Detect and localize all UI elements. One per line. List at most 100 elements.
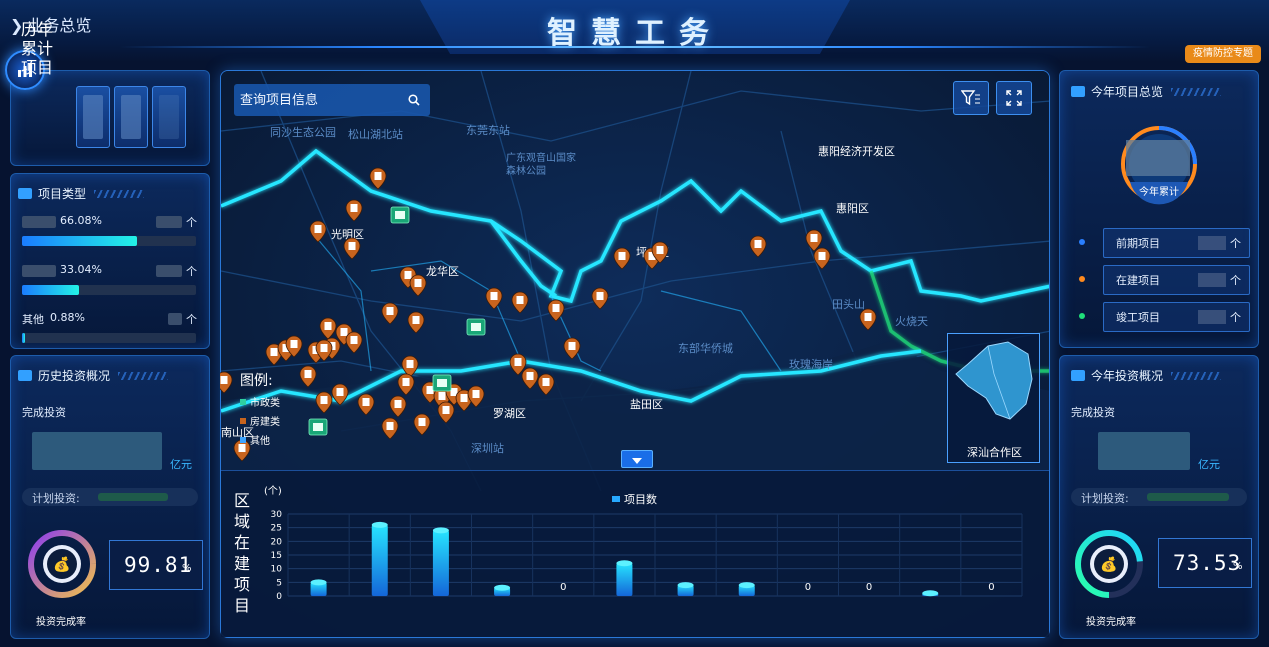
plan-invest-label: 计划投资:: [1081, 492, 1129, 505]
list-icon: [1071, 370, 1085, 381]
map-label-guanyinshan: 广东观音山国家森林公园: [506, 153, 576, 177]
type-row-2: 33.04% 个: [22, 263, 202, 279]
bar-cap: [494, 584, 511, 591]
year-item-unit: 个: [1230, 311, 1241, 324]
y-tick-label: 30: [271, 510, 283, 520]
year-item-row: 竣工项目 个: [1070, 302, 1250, 334]
type-row-unit: 个: [186, 216, 197, 229]
invest-unit: 亿元: [170, 458, 192, 471]
bar: [616, 563, 633, 596]
year-item-label: 前期项目: [1116, 237, 1160, 250]
bar-cap: [310, 579, 327, 586]
fullscreen-icon[interactable]: [996, 81, 1032, 115]
title-stripes: [94, 189, 145, 198]
map-label-longhua: 龙华区: [426, 265, 459, 278]
map-label-tiantoushan: 田头山: [832, 298, 865, 311]
search-icon[interactable]: [408, 91, 420, 110]
status-dot: [1079, 276, 1085, 282]
collapse-chart-button[interactable]: [621, 450, 653, 468]
page-title: 智慧工务: [547, 16, 723, 51]
y-tick-label: 20: [271, 537, 283, 547]
type-row-unit: 个: [186, 313, 197, 326]
year-item-box: 竣工项目 个: [1103, 302, 1250, 332]
legend-item-label: 其他: [250, 436, 270, 447]
bar-cap: [677, 582, 694, 589]
legend-item-label: 市政类: [250, 398, 280, 409]
plan-invest-bar: 计划投资:: [1071, 488, 1247, 506]
legend-title: 图例:: [240, 373, 273, 389]
map-label-luohu: 罗湖区: [493, 407, 526, 420]
data-label: 0: [560, 582, 566, 593]
other-icon: [240, 436, 246, 443]
type-row-3-track: [22, 333, 196, 343]
type-row-1-track: [22, 236, 196, 246]
triangle-down-icon: [632, 450, 642, 469]
bar-cap: [616, 560, 633, 567]
done-invest-label: 完成投资: [22, 406, 66, 419]
done-invest-label: 完成投资: [1071, 406, 1115, 419]
title-stripes: [1171, 87, 1222, 96]
year-item-label: 竣工项目: [1116, 311, 1160, 324]
municipal-icon: [240, 398, 246, 405]
history-digit-3: [152, 86, 186, 148]
legend-item-building: 房建类: [240, 413, 280, 428]
title-stripes: [118, 371, 169, 380]
legend-label: 项目数: [624, 493, 657, 506]
bar-cap: [432, 527, 449, 534]
year-overview-title: 今年项目总览: [1071, 83, 1222, 100]
legend-item-municipal: 市政类: [240, 394, 280, 409]
data-label: 0: [866, 582, 872, 593]
map-label-tongsha: 同沙生态公园: [270, 126, 336, 139]
invest-unit: 亿元: [1198, 458, 1220, 471]
list-icon: [18, 188, 32, 199]
map-label-oct-east: 东部华侨城: [678, 342, 733, 355]
year-item-box: 前期项目 个: [1103, 228, 1250, 258]
status-dot: [1079, 239, 1085, 245]
district-bar-chart: (个) 项目数 0 5 10 15 20 25 30 0 0 0 0: [264, 485, 1023, 602]
filter-icon[interactable]: [953, 81, 989, 115]
type-row-unit: 个: [186, 265, 197, 278]
type-row-3-fill: [22, 333, 25, 343]
redacted-value: [22, 265, 56, 277]
chart-title: 区域在建项目: [233, 491, 250, 615]
redacted-value: [1198, 310, 1226, 324]
map-search-input[interactable]: [240, 92, 400, 108]
list-icon: [18, 370, 32, 381]
title-stripes: [1171, 371, 1222, 380]
map-label-songshan: 松山湖北站: [348, 128, 403, 141]
year-item-unit: 个: [1230, 274, 1241, 287]
epidemic-topic-button[interactable]: 疫情防控专题: [1185, 45, 1261, 63]
type-row-1: 66.08% 个: [22, 214, 202, 230]
y-tick-label: 15: [271, 551, 282, 561]
history-invest-title: 历史投资概况: [18, 367, 169, 384]
invest-rate-value: 73.53: [1173, 551, 1242, 575]
inset-label: 深汕合作区: [967, 446, 1022, 459]
type-row-percent: 66.08%: [60, 214, 102, 227]
redacted-value: [22, 216, 56, 228]
year-item-row: 前期项目 个: [1070, 228, 1250, 260]
type-row-percent: 0.88%: [50, 311, 85, 324]
status-dot: [1079, 313, 1085, 319]
invest-rate-box: 99.81 %: [109, 540, 203, 590]
map-label-rose-coast: 玫瑰海岸: [789, 358, 833, 371]
invest-rate-label: 投资完成率: [1086, 617, 1136, 628]
type-row-3: 其他 0.88% 个: [22, 311, 202, 327]
redacted-plan-value: [98, 493, 168, 501]
list-icon: [1071, 86, 1085, 97]
y-tick-label: 0: [276, 592, 282, 602]
history-digit-1: [76, 86, 110, 148]
svg-text:💰: 💰: [53, 556, 70, 573]
building-icon: [240, 417, 246, 424]
map-search-box[interactable]: [234, 84, 430, 116]
inset-shape: [955, 341, 1033, 420]
year-item-box: 在建项目 个: [1103, 265, 1250, 295]
year-total-label: 今年累计: [1139, 187, 1179, 198]
y-tick-label: 10: [271, 565, 283, 575]
shenshan-inset-map[interactable]: 深汕合作区: [947, 333, 1040, 463]
invest-rate-ring: 💰: [28, 530, 96, 598]
svg-text:💰: 💰: [1100, 556, 1117, 573]
invest-rate-label: 投资完成率: [36, 617, 86, 628]
bar-cap: [738, 582, 755, 589]
type-row-2-track: [22, 285, 196, 295]
history-invest-title-text: 历史投资概况: [38, 369, 111, 383]
